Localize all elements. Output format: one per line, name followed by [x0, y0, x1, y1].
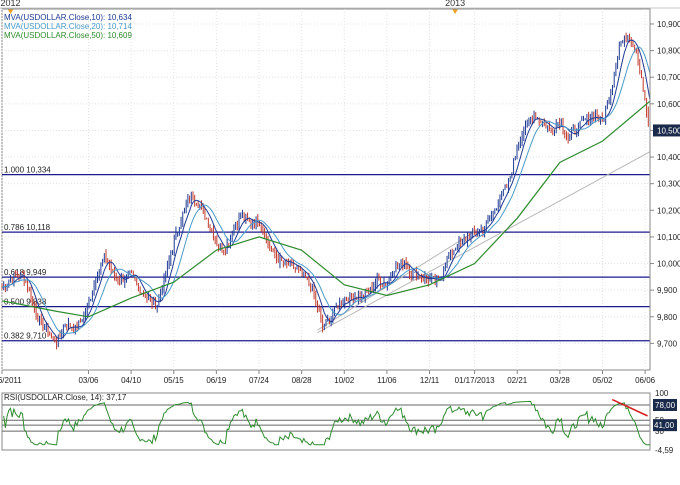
time-tick-label: 10/02 — [334, 376, 355, 385]
fib-level-label: 1.000 10,334 — [4, 166, 51, 175]
ma-legend-entry: MVA(USDOLLAR.Close,10): 10,634 — [4, 13, 132, 22]
usdollar-chart: 2012 2013 1.000 10,3340.786 10,1180.618 9… — [0, 0, 680, 480]
time-tick-label: 12/11 — [420, 376, 440, 385]
chart-window: 2012 2013 1.000 10,334 0.786 10,118 0.618 9… — [0, 0, 680, 480]
rsi-scale-label: 78,00 — [655, 401, 676, 410]
time-tick-label: 11/06 — [377, 376, 397, 385]
ma-legend-entry: MVA(USDOLLAR.Close,50): 10,609 — [4, 31, 132, 40]
price-tick-label: 10,700 — [657, 73, 680, 82]
price-tick-label: 9,900 — [657, 286, 678, 295]
price-tick-label: 9,700 — [657, 339, 678, 348]
rsi-scale-label: -4,59 — [655, 446, 674, 455]
year-label: 2013 — [445, 0, 465, 8]
fib-level-label: 0.786 10,118 — [4, 223, 51, 232]
time-tick-label: 01/17/2013 — [455, 376, 496, 385]
time-tick-label: 02/21 — [507, 376, 528, 385]
time-tick-label: 12/26/2011 — [0, 376, 22, 385]
price-tick-label: 10,800 — [657, 47, 680, 56]
time-tick-label: 04/10 — [121, 376, 142, 385]
rsi-legend: RSI(USDOLLAR.Close, 14): 37,17 — [4, 393, 127, 402]
time-tick-label: 03/28 — [550, 376, 571, 385]
price-tick-label: 10,100 — [657, 233, 680, 242]
time-tick-label: 08/28 — [292, 376, 313, 385]
time-tick-label: 05/15 — [164, 376, 185, 385]
price-tick-label: 10,300 — [657, 180, 680, 189]
time-tick-label: 06/06 — [635, 376, 656, 385]
price-tick-label: 10,400 — [657, 153, 680, 162]
price-tick-label: 10,200 — [657, 206, 680, 215]
time-tick-label: 03/06 — [78, 376, 99, 385]
price-tick-label: 10,000 — [657, 260, 680, 269]
time-tick-label: 07/24 — [249, 376, 270, 385]
rsi-value-tag: 41,00 — [654, 421, 675, 430]
time-tick-label: 05/02 — [592, 376, 613, 385]
ma-legend-entry: MVA(USDOLLAR.Close,20): 10,714 — [4, 22, 132, 31]
rsi-scale-label: 100 — [655, 389, 669, 398]
fib-level-label: 0.382 9,710 — [4, 332, 47, 341]
price-tick-label: 9,800 — [657, 313, 678, 322]
price-tick-label: 10,600 — [657, 100, 680, 109]
price-tick-label: 10,900 — [657, 20, 680, 29]
last-price-label: 10,500 — [657, 126, 680, 135]
time-tick-label: 06/19 — [206, 376, 227, 385]
year-label: 2012 — [1, 0, 21, 8]
